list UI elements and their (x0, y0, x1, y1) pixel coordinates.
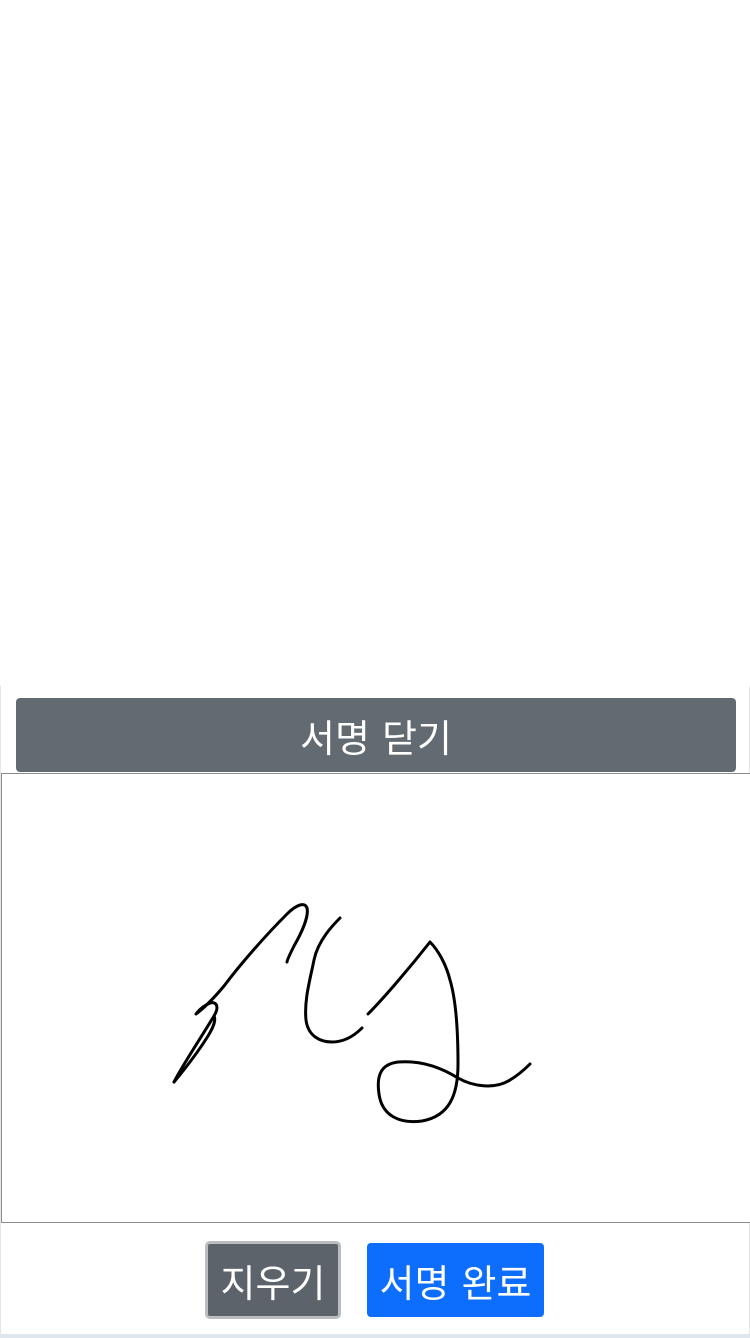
blank-content-area (0, 0, 750, 686)
signature-canvas[interactable] (1, 773, 750, 1223)
signature-actions: 지우기 서명 완료 (1, 1241, 750, 1321)
signature-page: 서명 닫기 지우기 서명 완료 (0, 0, 750, 1338)
bottom-edge (0, 1334, 750, 1338)
signature-stroke-4 (366, 940, 532, 1124)
close-signature-button[interactable]: 서명 닫기 (16, 698, 736, 772)
complete-signature-button[interactable]: 서명 완료 (367, 1243, 544, 1317)
signature-stroke-3 (304, 916, 364, 1044)
signature-panel: 서명 닫기 지우기 서명 완료 (0, 686, 750, 1338)
signature-drawing (172, 903, 532, 1124)
clear-signature-button[interactable]: 지우기 (205, 1241, 341, 1319)
